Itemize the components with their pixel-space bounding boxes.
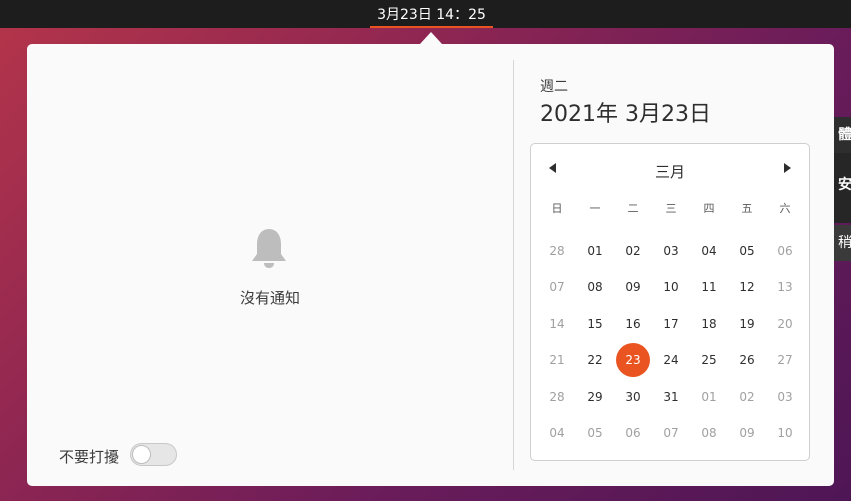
bell-icon xyxy=(252,229,286,268)
weekday-header-cell: 三 xyxy=(665,202,677,215)
calendar-day[interactable]: 19 xyxy=(728,307,766,341)
clock-button[interactable]: 3月23日 14：25 xyxy=(370,4,493,28)
weekday-title[interactable]: 週二 xyxy=(540,76,568,96)
calendar-day[interactable]: 20 xyxy=(766,307,804,341)
calendar-day[interactable]: 31 xyxy=(652,380,690,414)
date-title[interactable]: 2021年 3月23日 xyxy=(540,96,711,128)
toggle-knob xyxy=(132,445,151,464)
calendar-day[interactable]: 10 xyxy=(766,416,804,450)
calendar-weekday-header: 日一二三四五六 xyxy=(538,200,804,220)
weekday-header-cell: 日 xyxy=(551,202,563,215)
do-not-disturb-toggle[interactable] xyxy=(130,443,177,466)
background-window-text: 體更 xyxy=(834,117,851,153)
calendar-day[interactable]: 21 xyxy=(538,343,576,377)
calendar-day[interactable]: 15 xyxy=(576,307,614,341)
weekday-header-cell: 六 xyxy=(779,202,791,215)
calendar-day[interactable]: 11 xyxy=(690,270,728,304)
calendar-day[interactable]: 27 xyxy=(766,343,804,377)
weekday-header-cell: 一 xyxy=(589,202,601,215)
weekday-header-cell: 五 xyxy=(741,202,753,215)
calendar-day[interactable]: 06 xyxy=(766,234,804,268)
date-menu-popup: 沒有通知 不要打擾 週二 2021年 3月23日 三月 日一二三四五六 28 01… xyxy=(27,44,834,486)
calendar-day[interactable]: 22 xyxy=(576,343,614,377)
calendar-day[interactable]: 05 xyxy=(576,416,614,450)
calendar-day-grid: 28 01 02 03 04 05 06 07 08 09 10 11 12 13 14 15 16 17 18 19… xyxy=(538,234,804,454)
calendar-day[interactable]: 16 xyxy=(614,307,652,341)
calendar-day[interactable]: 07 xyxy=(652,416,690,450)
calendar-day[interactable]: 04 xyxy=(690,234,728,268)
calendar-day[interactable]: 30 xyxy=(614,380,652,414)
calendar-day[interactable]: 01 xyxy=(576,234,614,268)
weekday-header-cell: 四 xyxy=(703,202,715,215)
calendar-day[interactable]: 12 xyxy=(728,270,766,304)
calendar-day[interactable]: 05 xyxy=(728,234,766,268)
background-window-text: 安裝 xyxy=(834,153,851,223)
calendar-day[interactable]: 18 xyxy=(690,307,728,341)
calendar-day[interactable]: 08 xyxy=(576,270,614,304)
calendar-day[interactable]: 02 xyxy=(728,380,766,414)
calendar-day-today[interactable]: 23 xyxy=(614,343,652,378)
calendar-day[interactable]: 10 xyxy=(652,270,690,304)
calendar-day[interactable]: 03 xyxy=(766,380,804,414)
calendar-day[interactable]: 07 xyxy=(538,270,576,304)
no-notifications-label: 沒有通知 xyxy=(239,289,300,307)
calendar-day[interactable]: 09 xyxy=(614,270,652,304)
calendar-day[interactable]: 13 xyxy=(766,270,804,304)
calendar-day[interactable]: 01 xyxy=(690,380,728,414)
calendar: 三月 日一二三四五六 28 01 02 03 04 05 06 07 08 09 10 11 12 13 1… xyxy=(530,143,810,461)
calendar-day[interactable]: 09 xyxy=(728,416,766,450)
calendar-day[interactable]: 03 xyxy=(652,234,690,268)
calendar-day[interactable]: 26 xyxy=(728,343,766,377)
background-window-text: 稍 xyxy=(834,225,851,261)
do-not-disturb-label: 不要打擾 xyxy=(59,448,120,466)
calendar-day[interactable]: 04 xyxy=(538,416,576,450)
calendar-day[interactable]: 28 xyxy=(538,380,576,414)
calendar-day[interactable]: 25 xyxy=(690,343,728,377)
weekday-header-cell: 二 xyxy=(627,202,639,215)
calendar-month-label: 三月 xyxy=(654,163,685,181)
top-bar: 3月23日 14：25 xyxy=(0,0,851,28)
calendar-day[interactable]: 02 xyxy=(614,234,652,268)
calendar-day[interactable]: 24 xyxy=(652,343,690,377)
calendar-day[interactable]: 14 xyxy=(538,307,576,341)
panel-divider xyxy=(513,60,514,470)
popup-arrow xyxy=(420,32,442,44)
calendar-day[interactable]: 28 xyxy=(538,234,576,268)
calendar-day[interactable]: 29 xyxy=(576,380,614,414)
calendar-day[interactable]: 08 xyxy=(690,416,728,450)
calendar-day[interactable]: 17 xyxy=(652,307,690,341)
next-month-button[interactable] xyxy=(779,160,795,176)
calendar-day[interactable]: 06 xyxy=(614,416,652,450)
